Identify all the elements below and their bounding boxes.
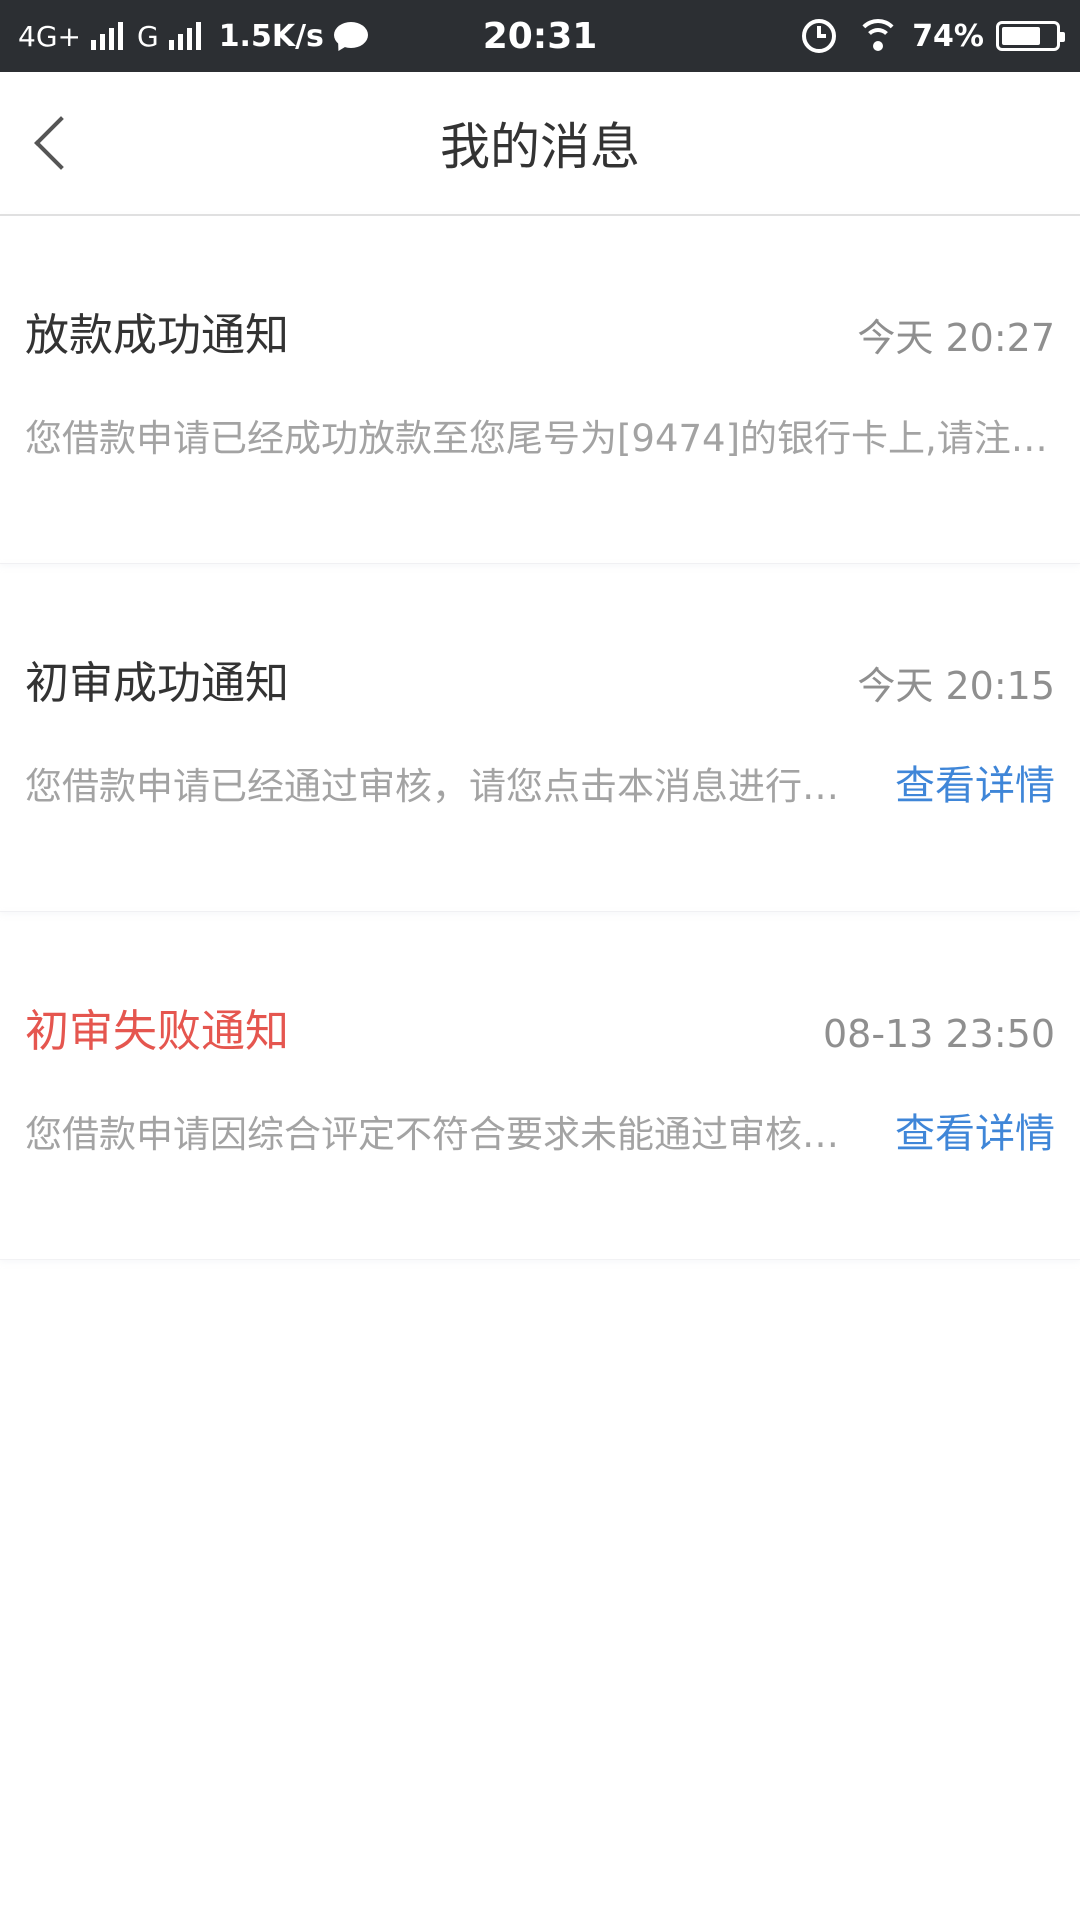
back-chevron-icon [34,116,88,170]
message-title: 初审失败通知 [25,1006,289,1057]
message-body: 您借款申请已经成功放款至您尾号为[9474]的银行卡上,请注意查收 [25,417,1055,460]
view-details-link[interactable]: 查看详情 [895,758,1055,814]
wifi-icon [856,19,901,53]
message-title: 放款成功通知 [25,310,289,361]
chat-bubble-icon [333,22,368,54]
message-time: 今天 20:15 [857,664,1055,708]
signal-icon [90,22,123,50]
page-title: 我的消息 [440,118,640,176]
message-body: 您借款申请因综合评定不符合要求未能通过审核，感谢您的关注 [25,1113,870,1156]
signal-icon-2 [168,22,201,50]
network-type-label: 4G+ [18,19,81,53]
view-details-link[interactable]: 查看详情 [895,1106,1055,1162]
alarm-icon [802,19,837,53]
header: 我的消息 [0,72,1080,216]
message-list: 放款成功通知 今天 20:27 您借款申请已经成功放款至您尾号为[9474]的银… [0,216,1080,1260]
network-speed: 1.5K/s [218,18,324,54]
message-time: 08-13 23:50 [822,1012,1055,1056]
status-bar-right: 74% [802,0,1065,72]
message-item-review-failed[interactable]: 初审失败通知 08-13 23:50 您借款申请因综合评定不符合要求未能通过审核… [0,912,1080,1260]
message-item-loan-success[interactable]: 放款成功通知 今天 20:27 您借款申请已经成功放款至您尾号为[9474]的银… [0,216,1080,564]
message-title: 初审成功通知 [25,658,289,709]
message-body: 您借款申请已经通过审核，请您点击本消息进行确认 [25,765,870,808]
status-bar-left: 4G+ G 1.5K/s [18,0,368,72]
message-time: 今天 20:27 [857,316,1055,360]
battery-percent: 74% [912,18,984,54]
network-type-label-2: G [136,19,159,53]
status-bar: 4G+ G 1.5K/s 20:31 74% [0,0,1080,72]
message-item-review-success[interactable]: 初审成功通知 今天 20:15 您借款申请已经通过审核，请您点击本消息进行确认 … [0,564,1080,912]
battery-icon [996,21,1065,51]
back-button[interactable] [20,108,88,180]
